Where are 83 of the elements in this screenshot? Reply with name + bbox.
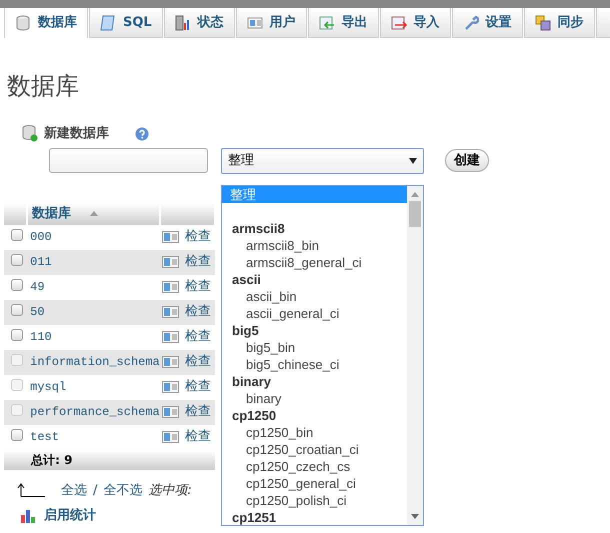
document-icon bbox=[100, 14, 116, 30]
dropdown-option[interactable]: ascii_general_ci bbox=[222, 305, 407, 322]
sync-icon bbox=[534, 14, 551, 30]
tab[interactable]: 数据库 bbox=[4, 8, 88, 38]
section-title: 新建数据库 bbox=[44, 124, 109, 143]
table-header bbox=[160, 202, 215, 224]
checkbox[interactable] bbox=[11, 304, 23, 316]
tab[interactable]: 用户 bbox=[236, 8, 307, 38]
check-privileges-link[interactable]: 检查 bbox=[185, 427, 211, 447]
option-group-label: armscii8 bbox=[231, 220, 286, 237]
database-name-field[interactable] bbox=[49, 148, 208, 173]
checkbox[interactable] bbox=[11, 279, 23, 291]
help-icon[interactable] bbox=[135, 126, 149, 141]
tab[interactable]: 状态 bbox=[164, 8, 235, 38]
enable-statistics-link[interactable]: 启用统计 bbox=[44, 506, 96, 526]
tab[interactable]: 同步 bbox=[524, 8, 595, 38]
select-all-link[interactable]: 全选 bbox=[61, 480, 87, 500]
id-card-icon bbox=[162, 281, 179, 293]
check-privileges-link[interactable]: 检查 bbox=[185, 327, 211, 347]
database-link[interactable]: test bbox=[27, 424, 160, 450]
check-privileges-link[interactable]: 检查 bbox=[185, 277, 211, 297]
check-privileges-link[interactable]: 检查 bbox=[185, 227, 211, 247]
dropdown-option[interactable]: cp1250_czech_cs bbox=[222, 458, 407, 475]
dropdown-option[interactable]: big5_bin bbox=[222, 339, 407, 356]
wrench-icon bbox=[462, 14, 479, 30]
server-chart-icon bbox=[174, 14, 191, 30]
dropdown-option[interactable]: ascii_bin bbox=[222, 288, 407, 305]
checkbox[interactable] bbox=[11, 229, 23, 241]
id-card-icon bbox=[162, 231, 179, 243]
bar-chart-icon bbox=[20, 508, 36, 523]
separator-text: / bbox=[93, 482, 98, 500]
total-count: 总计: 9 bbox=[27, 450, 160, 470]
arrow-up-icon bbox=[17, 483, 45, 498]
create-button[interactable]: 创建 bbox=[445, 148, 489, 172]
dropdown-option[interactable]: armscii8_general_ci bbox=[222, 254, 407, 271]
column-header[interactable]: 数据库 bbox=[27, 202, 160, 224]
checkbox[interactable] bbox=[11, 254, 23, 266]
export-icon bbox=[318, 14, 335, 30]
scroll-up-icon[interactable] bbox=[411, 192, 419, 197]
checkbox[interactable] bbox=[11, 429, 23, 441]
scrollbar-thumb[interactable] bbox=[409, 201, 421, 227]
id-card-icon bbox=[162, 306, 179, 318]
tab[interactable]: 导入 bbox=[380, 8, 451, 38]
database-link[interactable]: 110 bbox=[27, 324, 160, 350]
with-selected-label: 选中项: bbox=[148, 482, 192, 500]
id-card-icon bbox=[162, 356, 179, 368]
id-card-icon bbox=[162, 256, 179, 268]
dropdown-option[interactable]: cp1250_croatian_ci bbox=[222, 441, 407, 458]
option-group-label: binary bbox=[231, 373, 272, 390]
checkbox[interactable] bbox=[11, 329, 23, 341]
option-group-label: ascii bbox=[231, 271, 262, 288]
import-icon bbox=[390, 14, 407, 30]
page-title: 数据库 bbox=[7, 71, 80, 102]
collation-dropdown[interactable]: 整理 bbox=[221, 148, 424, 174]
dropdown-option[interactable]: armscii8_bin bbox=[222, 237, 407, 254]
select-none-link[interactable]: 全不选 bbox=[103, 480, 142, 500]
table-header bbox=[4, 202, 28, 224]
dropdown-option[interactable]: binary bbox=[222, 390, 407, 407]
database-link[interactable]: 000 bbox=[27, 224, 160, 250]
id-card-icon bbox=[162, 381, 179, 393]
option-group-label: big5 bbox=[231, 322, 260, 339]
scrollbar[interactable] bbox=[407, 186, 423, 525]
option-group-label: cp1250 bbox=[231, 407, 278, 424]
database-icon bbox=[15, 15, 31, 31]
id-card-icon bbox=[162, 406, 179, 418]
scroll-down-icon[interactable] bbox=[411, 514, 419, 519]
database-add-icon bbox=[22, 125, 38, 142]
sort-ascending-icon bbox=[90, 210, 98, 216]
dropdown-option[interactable]: cp1250_bin bbox=[222, 424, 407, 441]
database-link[interactable]: 49 bbox=[27, 274, 160, 300]
dropdown-option[interactable]: cp1250_polish_ci bbox=[222, 492, 407, 509]
id-card-icon bbox=[162, 331, 179, 343]
dropdown-option[interactable]: big5_chinese_ci bbox=[222, 356, 407, 373]
option-group-label: cp1251 bbox=[231, 509, 278, 525]
tab[interactable]: SQL bbox=[89, 8, 163, 38]
dropdown-option[interactable]: cp1250_general_ci bbox=[222, 475, 407, 492]
id-card-icon bbox=[162, 431, 179, 443]
tab[interactable]: 导出 bbox=[308, 8, 379, 38]
database-link[interactable]: 50 bbox=[27, 300, 160, 324]
database-link[interactable]: 011 bbox=[27, 250, 160, 274]
id-card-icon bbox=[246, 14, 263, 30]
caret-icon bbox=[409, 158, 417, 164]
tab[interactable]: 设置 bbox=[452, 8, 523, 38]
